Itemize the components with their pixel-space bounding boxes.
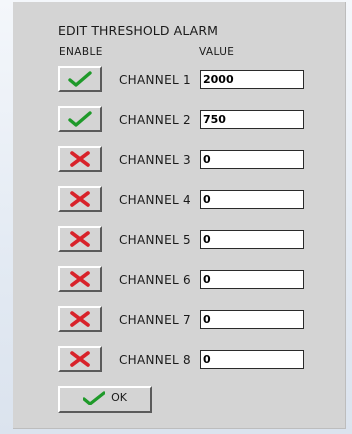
channel-row-6: CHANNEL 6: [13, 266, 346, 302]
dialog-title: EDIT THRESHOLD ALARM: [58, 23, 218, 38]
cross-icon: [69, 271, 91, 287]
channel-1-value-input[interactable]: [200, 70, 304, 89]
channel-1-enable-toggle[interactable]: [58, 66, 102, 92]
channel-5-value-input[interactable]: [200, 230, 304, 249]
channel-label: CHANNEL 3: [119, 153, 191, 167]
channel-3-value-input[interactable]: [200, 150, 304, 169]
channel-label: CHANNEL 1: [119, 73, 191, 87]
channel-4-enable-toggle[interactable]: [58, 186, 102, 212]
channel-row-2: CHANNEL 2: [13, 106, 346, 142]
channel-label: CHANNEL 4: [119, 193, 191, 207]
channel-label: CHANNEL 6: [119, 273, 191, 287]
channel-6-enable-toggle[interactable]: [58, 266, 102, 292]
cross-icon: [69, 191, 91, 207]
channel-label: CHANNEL 2: [119, 113, 191, 127]
ok-button-label: OK: [111, 391, 127, 404]
enable-column-header: ENABLE: [59, 46, 103, 58]
channel-row-7: CHANNEL 7: [13, 306, 346, 342]
channel-8-enable-toggle[interactable]: [58, 346, 102, 372]
channel-7-enable-toggle[interactable]: [58, 306, 102, 332]
channel-3-enable-toggle[interactable]: [58, 146, 102, 172]
channel-6-value-input[interactable]: [200, 270, 304, 289]
channel-row-5: CHANNEL 5: [13, 226, 346, 262]
channel-label: CHANNEL 7: [119, 313, 191, 327]
channel-2-value-input[interactable]: [200, 110, 304, 129]
channel-label: CHANNEL 5: [119, 233, 191, 247]
check-icon: [68, 111, 92, 127]
channel-8-value-input[interactable]: [200, 350, 304, 369]
channel-label: CHANNEL 8: [119, 353, 191, 367]
cross-icon: [69, 151, 91, 167]
check-icon: [82, 390, 106, 409]
value-column-header: VALUE: [199, 46, 235, 58]
cross-icon: [69, 351, 91, 367]
channel-row-3: CHANNEL 3: [13, 146, 346, 182]
channel-2-enable-toggle[interactable]: [58, 106, 102, 132]
channel-row-4: CHANNEL 4: [13, 186, 346, 222]
channel-4-value-input[interactable]: [200, 190, 304, 209]
threshold-alarm-dialog: EDIT THRESHOLD ALARM ENABLE VALUE CHANNE…: [13, 2, 346, 429]
channel-row-8: CHANNEL 8: [13, 346, 346, 382]
cross-icon: [69, 311, 91, 327]
channel-7-value-input[interactable]: [200, 310, 304, 329]
check-icon: [68, 71, 92, 87]
channel-5-enable-toggle[interactable]: [58, 226, 102, 252]
cross-icon: [69, 231, 91, 247]
ok-button[interactable]: OK: [58, 386, 152, 413]
channel-row-1: CHANNEL 1: [13, 66, 346, 102]
